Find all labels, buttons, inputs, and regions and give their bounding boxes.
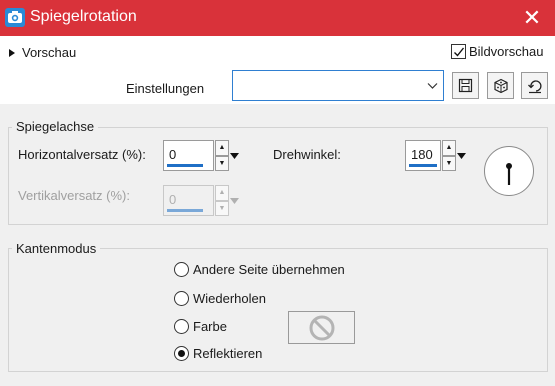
- checkmark-icon: [451, 44, 466, 59]
- expand-arrow-icon: [9, 48, 15, 57]
- radio-indicator: [174, 291, 189, 306]
- decrement-button[interactable]: ▼: [442, 155, 456, 171]
- settings-dropdown[interactable]: [232, 70, 444, 101]
- top-toolbar: Vorschau Bildvorschau Einstellungen: [0, 36, 555, 104]
- radio-label: Farbe: [193, 319, 227, 334]
- vertical-offset-label: Vertikalversatz (%):: [18, 188, 130, 203]
- vertical-offset-input: 0: [163, 185, 214, 216]
- radio-wiederholen[interactable]: Wiederholen: [174, 291, 266, 306]
- reset-button[interactable]: [521, 72, 548, 99]
- dice-icon: [493, 78, 508, 93]
- vertical-offset-value: 0: [169, 192, 177, 207]
- chevron-down-icon: [427, 79, 438, 94]
- edge-mode-legend: Kantenmodus: [12, 241, 101, 256]
- title-bar: Spiegelrotation ✕: [0, 0, 555, 36]
- close-button[interactable]: ✕: [509, 0, 555, 36]
- rotation-dial[interactable]: [484, 146, 534, 196]
- bildvorschau-checkbox[interactable]: Bildvorschau: [451, 44, 543, 59]
- settings-label: Einstellungen: [126, 81, 205, 96]
- slider-dropdown-icon: [229, 185, 239, 216]
- slider-dropdown-icon[interactable]: [456, 140, 466, 171]
- window-title: Spiegelrotation: [30, 8, 137, 25]
- rotation-stepper[interactable]: 180 ▲ ▼: [405, 140, 466, 171]
- decrement-button: ▼: [215, 200, 229, 216]
- radio-reflektieren[interactable]: Reflektieren: [174, 346, 262, 361]
- vertical-offset-stepper: 0 ▲ ▼: [163, 185, 239, 216]
- radio-indicator: [174, 319, 189, 334]
- camera-icon: [5, 8, 25, 27]
- preview-toggle[interactable]: Vorschau: [9, 45, 76, 60]
- radio-label: Andere Seite übernehmen: [193, 262, 345, 277]
- horizontal-offset-input[interactable]: 0: [163, 140, 214, 171]
- decrement-button[interactable]: ▼: [215, 155, 229, 171]
- horizontal-offset-value: 0: [169, 147, 177, 162]
- radio-andere-seite[interactable]: Andere Seite übernehmen: [174, 262, 345, 277]
- no-color-icon: [309, 315, 334, 340]
- radio-indicator: [174, 262, 189, 277]
- preview-label: Vorschau: [22, 45, 77, 60]
- save-preset-button[interactable]: [452, 72, 479, 99]
- random-button[interactable]: [487, 72, 514, 99]
- mirror-axis-legend: Spiegelachse: [12, 119, 99, 134]
- color-swatch-button: [288, 311, 355, 344]
- increment-button: ▲: [215, 185, 229, 201]
- rotation-label: Drehwinkel:: [273, 147, 341, 162]
- rotation-value: 180: [411, 147, 433, 162]
- close-icon: ✕: [522, 5, 542, 30]
- dial-needle-icon: [506, 163, 512, 185]
- radio-label: Wiederholen: [193, 291, 266, 306]
- radio-label: Reflektieren: [193, 346, 263, 361]
- mirror-axis-group: [8, 127, 548, 225]
- rotation-input[interactable]: 180: [405, 140, 441, 171]
- save-icon: [458, 78, 473, 93]
- horizontal-offset-label: Horizontalversatz (%):: [18, 147, 146, 162]
- radio-farbe[interactable]: Farbe: [174, 319, 227, 334]
- slider-dropdown-icon[interactable]: [229, 140, 239, 171]
- increment-button[interactable]: ▲: [442, 140, 456, 156]
- increment-button[interactable]: ▲: [215, 140, 229, 156]
- bildvorschau-label: Bildvorschau: [469, 44, 544, 59]
- reset-icon: [527, 79, 541, 93]
- horizontal-offset-stepper[interactable]: 0 ▲ ▼: [163, 140, 239, 171]
- radio-indicator: [174, 346, 189, 361]
